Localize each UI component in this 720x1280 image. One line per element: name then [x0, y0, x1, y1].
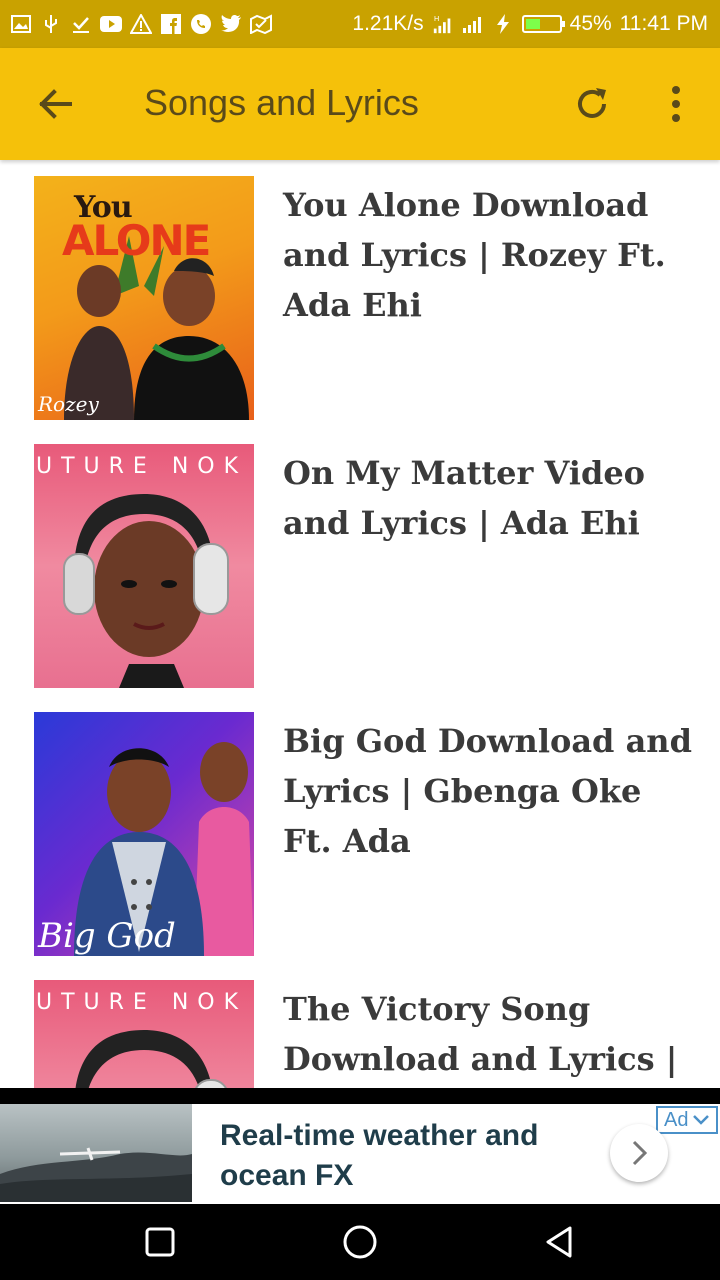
home-icon[interactable] — [342, 1224, 378, 1260]
item-title: Big God Download and Lyrics | Gbenga Oke… — [283, 722, 692, 860]
ad-banner-container: Real-time weather and ocean FX Ad — [0, 1088, 720, 1204]
system-status: 1.21K/s H 45% 11:41 PM — [352, 12, 720, 36]
youtube-icon — [100, 13, 122, 35]
signal-h-icon: H — [432, 13, 454, 35]
list-item[interactable]: UTURE NOK On My Matter Video and Lyrics … — [0, 428, 720, 696]
refresh-icon[interactable] — [572, 84, 612, 124]
battery-icon — [521, 15, 565, 33]
facebook-icon — [160, 13, 182, 35]
thumbnail-banner: UTURE NOK — [36, 990, 248, 1015]
ad-banner[interactable]: Real-time weather and ocean FX Ad — [0, 1104, 720, 1204]
twitter-icon — [220, 13, 242, 35]
battery-percent: 45% — [569, 12, 612, 35]
chevron-down-icon — [693, 1115, 710, 1125]
download-done-icon — [70, 13, 92, 35]
clock: 11:41 PM — [619, 12, 708, 35]
thumbnail-title-big: ALONE — [62, 216, 211, 265]
app-bar: Songs and Lyrics — [0, 48, 720, 160]
recents-icon[interactable] — [142, 1224, 178, 1260]
warning-icon — [130, 13, 152, 35]
ad-badge[interactable]: Ad — [656, 1106, 718, 1134]
list-item[interactable]: UTURE NOK The Victory Song Download and … — [0, 964, 720, 1088]
map-check-icon — [250, 13, 272, 35]
song-list: You ALONE Rozey You Alone Download and L… — [0, 160, 720, 1088]
thumbnail-banner: UTURE NOK — [36, 454, 248, 479]
item-title: On My Matter Video and Lyrics | Ada Ehi — [283, 454, 646, 542]
more-vert-icon[interactable] — [658, 84, 694, 124]
charging-icon — [492, 13, 514, 35]
list-item[interactable]: Big God Big God Download and Lyrics | Gb… — [0, 696, 720, 964]
usb-icon — [40, 13, 62, 35]
ad-badge-label: Ad — [664, 1108, 689, 1131]
arrow-back-icon[interactable] — [36, 84, 76, 124]
signal-icon — [462, 13, 484, 35]
image-icon — [10, 13, 32, 35]
notification-icons — [0, 13, 272, 35]
thumbnail-image: UTURE NOK — [34, 444, 254, 688]
navigation-bar — [0, 1204, 720, 1280]
item-title: The Victory Song Download and Lyrics | — [283, 990, 678, 1078]
thumbnail-title: Big God — [38, 916, 176, 956]
thumbnail-image: You ALONE Rozey — [34, 176, 254, 420]
back-nav-icon[interactable] — [542, 1224, 578, 1260]
status-bar: 1.21K/s H 45% 11:41 PM — [0, 0, 720, 48]
ad-text: Real-time weather and ocean FX — [220, 1119, 539, 1192]
thumbnail-image: Big God — [34, 712, 254, 956]
list-item[interactable]: You ALONE Rozey You Alone Download and L… — [0, 160, 720, 428]
network-speed: 1.21K/s — [352, 12, 424, 35]
ad-next-button[interactable] — [610, 1124, 668, 1182]
whatsapp-icon — [190, 13, 212, 35]
svg-text:H: H — [433, 14, 439, 23]
thumbnail-image: UTURE NOK — [34, 980, 254, 1088]
item-title: You Alone Download and Lyrics | Rozey Ft… — [283, 186, 666, 324]
page-title: Songs and Lyrics — [144, 82, 419, 123]
thumbnail-signature: Rozey — [38, 392, 99, 416]
chevron-right-icon — [632, 1140, 648, 1166]
ad-image — [0, 1104, 192, 1202]
